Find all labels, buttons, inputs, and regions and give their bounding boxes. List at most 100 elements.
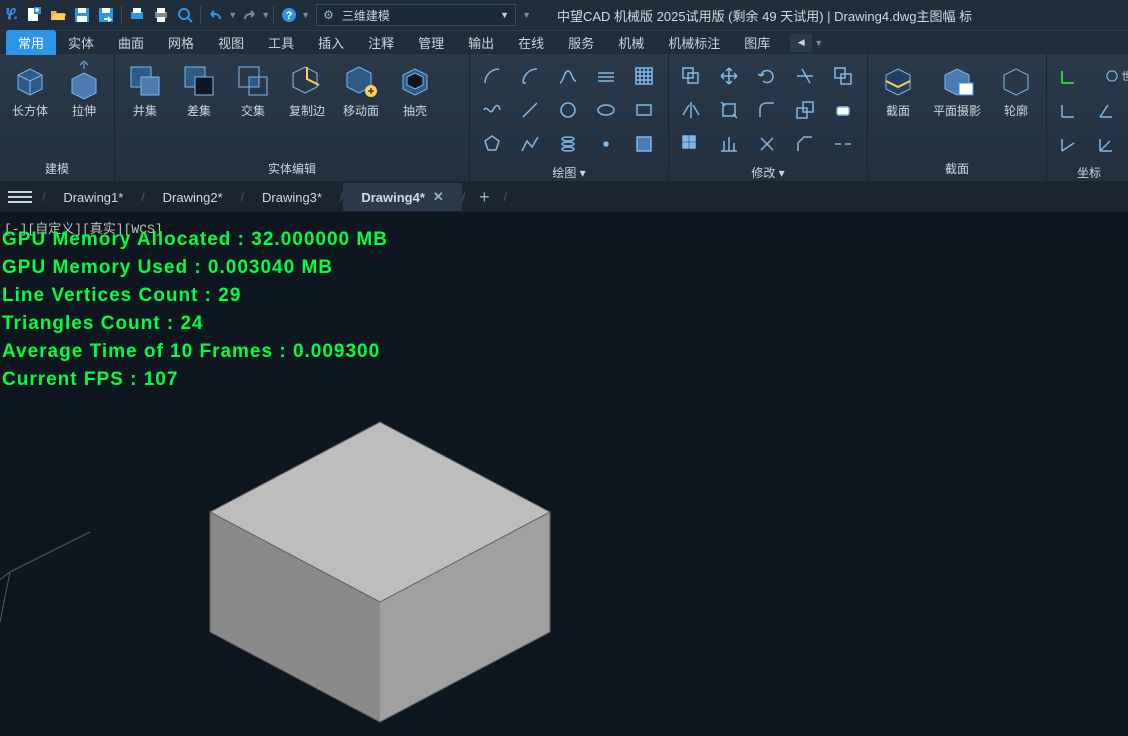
helix-button[interactable] bbox=[554, 130, 582, 158]
document-tab[interactable]: Drawing1* bbox=[45, 184, 141, 211]
ellipse-button[interactable] bbox=[592, 96, 620, 124]
spline-button[interactable] bbox=[554, 62, 582, 90]
section-button[interactable]: 截面 bbox=[874, 58, 922, 158]
line-button[interactable] bbox=[516, 96, 544, 124]
circle-button[interactable] bbox=[554, 96, 582, 124]
ucs-3p-button[interactable] bbox=[1093, 130, 1121, 158]
union-button[interactable]: 并集 bbox=[121, 58, 169, 158]
ribbon-tab-gallery[interactable]: 图库 bbox=[732, 30, 782, 55]
ribbon-tab-common[interactable]: 常用 bbox=[6, 30, 56, 55]
qat-customize[interactable]: ▼ bbox=[522, 10, 531, 20]
rectangle-button[interactable] bbox=[630, 96, 658, 124]
document-tab[interactable]: Drawing3* bbox=[244, 184, 340, 211]
ucs-x-button[interactable] bbox=[1055, 96, 1083, 124]
ribbon-tab-annotate[interactable]: 注释 bbox=[356, 30, 406, 55]
panel-modeling: 长方体 拉伸 建模 bbox=[0, 54, 115, 181]
copy-edge-button[interactable]: 复制边 bbox=[283, 58, 331, 158]
erase-button[interactable] bbox=[829, 96, 857, 124]
plot-button[interactable] bbox=[126, 4, 148, 26]
svg-text:?: ? bbox=[286, 10, 293, 22]
solid-box-object[interactable] bbox=[150, 392, 570, 735]
arc2-button[interactable] bbox=[516, 62, 544, 90]
ribbon-tab-tools[interactable]: 工具 bbox=[256, 30, 306, 55]
hamburger-icon[interactable] bbox=[8, 191, 32, 203]
shell-button[interactable]: 抽壳 bbox=[391, 58, 439, 158]
ribbon-tab-mech-annotate[interactable]: 机械标注 bbox=[656, 30, 732, 55]
explode-button[interactable] bbox=[753, 130, 781, 158]
ribbon-tab-manage[interactable]: 管理 bbox=[406, 30, 456, 55]
move-face-button[interactable]: 移动面 bbox=[337, 58, 385, 158]
profile-button[interactable]: 轮廓 bbox=[992, 58, 1040, 158]
point-button[interactable] bbox=[592, 130, 620, 158]
workspace-label: 三维建模 bbox=[342, 7, 390, 24]
box-button[interactable]: 长方体 bbox=[6, 58, 54, 158]
ribbon-tab-insert[interactable]: 插入 bbox=[306, 30, 356, 55]
trim-button[interactable] bbox=[791, 62, 819, 90]
open-button[interactable] bbox=[47, 4, 69, 26]
help-button[interactable]: ? bbox=[278, 4, 300, 26]
viewport[interactable]: [-][自定义][真实][WCS] GPU Memory Allocated :… bbox=[0, 212, 1128, 736]
polygon-button[interactable] bbox=[478, 130, 506, 158]
title-bar: Ⳡ. ▼ ▼ ? ▼ ⚙ 三维建模 ▼ ▼ 中望CAD 机械版 2025试用版 … bbox=[0, 0, 1128, 30]
ucs-y-button[interactable] bbox=[1093, 96, 1121, 124]
ucs-world-button[interactable]: 世 bbox=[1093, 62, 1128, 90]
panel-label[interactable]: 修改 ▾ bbox=[675, 162, 861, 183]
close-icon[interactable]: ✕ bbox=[433, 189, 444, 205]
ribbon-tab-output[interactable]: 输出 bbox=[456, 30, 506, 55]
save-button[interactable] bbox=[71, 4, 93, 26]
ribbon-tab-service[interactable]: 服务 bbox=[556, 30, 606, 55]
undo-dropdown[interactable]: ▼ bbox=[228, 10, 237, 20]
undo-button[interactable] bbox=[205, 4, 227, 26]
align-button[interactable] bbox=[715, 130, 743, 158]
flatshot-button[interactable]: 平面摄影 bbox=[928, 58, 986, 158]
intersect-button[interactable]: 交集 bbox=[229, 58, 277, 158]
multiline-button[interactable] bbox=[592, 62, 620, 90]
ribbon: 长方体 拉伸 建模 并集 差集 交集 复制边 bbox=[0, 54, 1128, 182]
polyline-button[interactable] bbox=[516, 130, 544, 158]
offset-button[interactable] bbox=[677, 62, 705, 90]
copy-button[interactable] bbox=[829, 62, 857, 90]
ribbon-tab-view[interactable]: 视图 bbox=[206, 30, 256, 55]
arc-button[interactable] bbox=[478, 62, 506, 90]
scale-button[interactable] bbox=[791, 96, 819, 124]
ribbon-overflow[interactable]: ◀ bbox=[790, 34, 812, 52]
panel-label[interactable]: 绘图 ▾ bbox=[476, 162, 662, 183]
subtract-button[interactable]: 差集 bbox=[175, 58, 223, 158]
extrude-button[interactable]: 拉伸 bbox=[60, 58, 108, 158]
ribbon-tab-mechanical[interactable]: 机械 bbox=[606, 30, 656, 55]
ribbon-tab-solid[interactable]: 实体 bbox=[56, 30, 106, 55]
document-tab-active[interactable]: Drawing4*✕ bbox=[343, 183, 461, 211]
move-button[interactable] bbox=[715, 62, 743, 90]
ribbon-tab-mesh[interactable]: 网格 bbox=[156, 30, 206, 55]
ucs-z-button[interactable] bbox=[1055, 130, 1083, 158]
workspace-combo[interactable]: ⚙ 三维建模 ▼ bbox=[316, 4, 516, 26]
gpu-stats-overlay: GPU Memory Allocated : 32.000000 MB GPU … bbox=[2, 226, 388, 394]
redo-dropdown[interactable]: ▼ bbox=[261, 10, 270, 20]
redo-button[interactable] bbox=[238, 4, 260, 26]
document-tabs: / Drawing1* / Drawing2* / Drawing3* / Dr… bbox=[0, 182, 1128, 212]
hatch-button[interactable] bbox=[630, 62, 658, 90]
fillet-button[interactable] bbox=[753, 96, 781, 124]
mirror-button[interactable] bbox=[677, 96, 705, 124]
extrude-icon bbox=[63, 60, 105, 102]
stretch-button[interactable] bbox=[715, 96, 743, 124]
ribbon-tab-surface[interactable]: 曲面 bbox=[106, 30, 156, 55]
panel-draw: 绘图 ▾ bbox=[470, 54, 669, 181]
ribbon-tab-online[interactable]: 在线 bbox=[506, 30, 556, 55]
print-button[interactable] bbox=[150, 4, 172, 26]
region-button[interactable] bbox=[630, 130, 658, 158]
preview-button[interactable] bbox=[174, 4, 196, 26]
wave-button[interactable] bbox=[478, 96, 506, 124]
new-tab-button[interactable]: + bbox=[465, 187, 504, 208]
array-button[interactable] bbox=[677, 130, 705, 158]
ribbon-overflow-menu[interactable]: ▼ bbox=[814, 38, 823, 48]
new-button[interactable] bbox=[23, 4, 45, 26]
help-dropdown[interactable]: ▼ bbox=[301, 10, 310, 20]
chamfer-button[interactable] bbox=[791, 130, 819, 158]
saveas-button[interactable] bbox=[95, 4, 117, 26]
rotate-button[interactable] bbox=[753, 62, 781, 90]
break-button[interactable] bbox=[829, 130, 857, 158]
separator bbox=[121, 6, 122, 24]
ucs-icon-button[interactable] bbox=[1055, 62, 1083, 90]
document-tab[interactable]: Drawing2* bbox=[145, 184, 241, 211]
